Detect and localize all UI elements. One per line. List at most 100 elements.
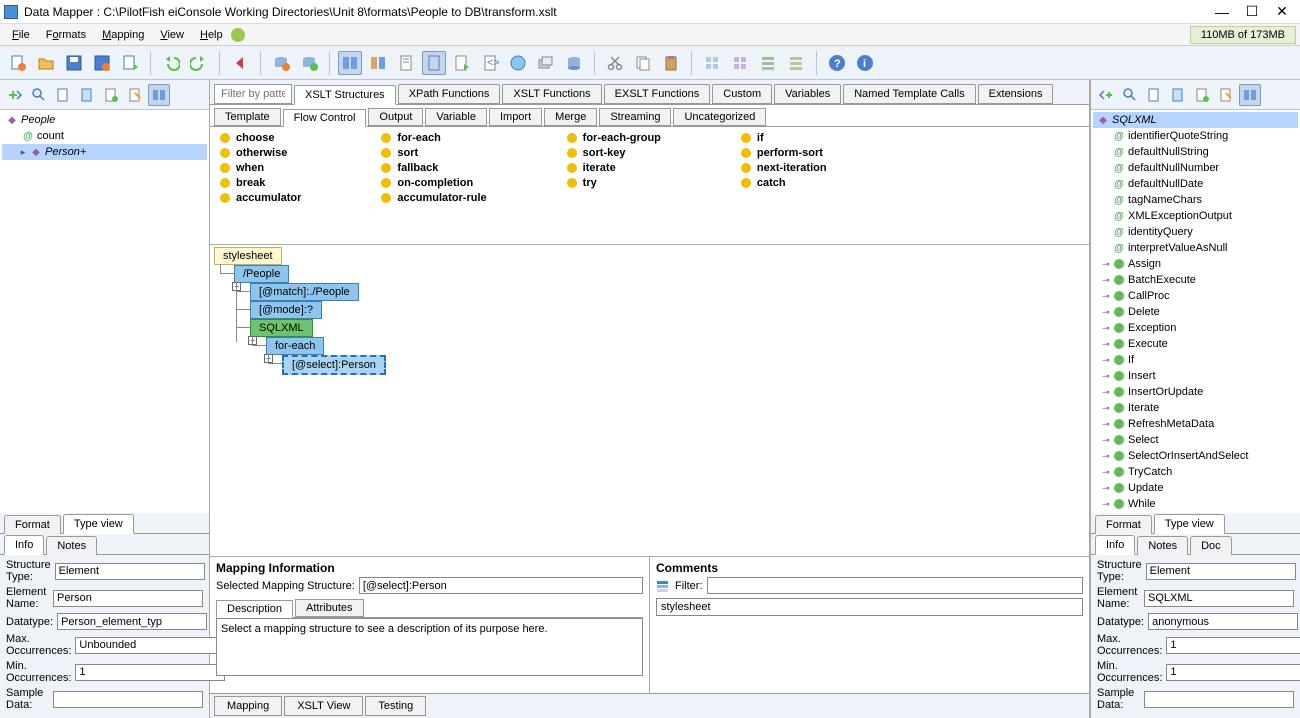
tab-testing[interactable]: Testing [365, 696, 426, 716]
keyword-catch[interactable]: catch [741, 176, 827, 190]
expand-icon[interactable]: ⊸ [1101, 275, 1111, 286]
save-as-icon[interactable] [90, 51, 114, 75]
right-tool-doc1-icon[interactable] [1143, 84, 1165, 106]
globe-icon[interactable] [506, 51, 530, 75]
keyword-accumulator-rule[interactable]: accumulator-rule [381, 191, 486, 205]
tab-description[interactable]: Description [216, 600, 293, 618]
tree-row-sqlxml[interactable]: ◆ SQLXML [1093, 112, 1298, 128]
expand-icon[interactable]: ⊸ [1101, 499, 1111, 510]
redo-icon[interactable] [187, 51, 211, 75]
expand-icon[interactable]: ⊸ [1101, 451, 1111, 462]
keyword-next-iteration[interactable]: next-iteration [741, 161, 827, 175]
right-tree[interactable]: ◆ SQLXML @identifierQuoteString@defaultN… [1091, 110, 1300, 513]
tree-elem-SelectOrInsertAndSelect[interactable]: ⊸SelectOrInsertAndSelect [1093, 448, 1298, 464]
sub-tab-output[interactable]: Output [368, 108, 423, 126]
paste-icon[interactable] [659, 51, 683, 75]
tree-elem-Insert[interactable]: ⊸Insert [1093, 368, 1298, 384]
node-match[interactable]: [@match]:./People [250, 283, 359, 301]
sub-tab-streaming[interactable]: Streaming [599, 108, 671, 126]
expand-icon[interactable]: ⊸ [1101, 355, 1111, 366]
toggle-icon[interactable]: − [216, 251, 1083, 263]
keyword-perform-sort[interactable]: perform-sort [741, 146, 827, 160]
sub-tab-merge[interactable]: Merge [544, 108, 597, 126]
keyword-sort[interactable]: sort [381, 146, 486, 160]
export-icon[interactable] [118, 51, 142, 75]
sub-tab-template[interactable]: Template [214, 108, 281, 126]
min-occ-field[interactable] [75, 664, 225, 681]
sub-tab-uncat[interactable]: Uncategorized [673, 108, 766, 126]
tree-elem-If[interactable]: ⊸If [1093, 352, 1298, 368]
tab-type-view[interactable]: Type view [1154, 514, 1225, 534]
menu-file[interactable]: File [4, 27, 38, 43]
datatype-field[interactable] [57, 613, 207, 630]
close-button[interactable]: ✕ [1276, 6, 1288, 18]
tree-attr-XMLExceptionOutput[interactable]: @XMLExceptionOutput [1093, 208, 1298, 224]
tree-row-people[interactable]: ◆ People [2, 112, 207, 128]
structure-type-field[interactable] [55, 563, 205, 580]
expand-icon[interactable]: ⊸ [1101, 339, 1111, 350]
db-icon[interactable] [562, 51, 586, 75]
copy-icon[interactable] [631, 51, 655, 75]
help-icon[interactable]: ? [825, 51, 849, 75]
keyword-choose[interactable]: choose [220, 131, 301, 145]
keyword-on-completion[interactable]: on-completion [381, 176, 486, 190]
expand-icon[interactable]: ⊸ [1101, 467, 1111, 478]
filter-tab-ext[interactable]: Extensions [978, 84, 1054, 104]
sub-tab-variable[interactable]: Variable [425, 108, 487, 126]
expand-icon[interactable]: ⊸ [1101, 307, 1111, 318]
tab-type-view[interactable]: Type view [63, 514, 134, 534]
left-tool-toggle-icon[interactable] [148, 84, 170, 106]
tab-format[interactable]: Format [4, 515, 61, 534]
tree-row-count[interactable]: @ count [2, 128, 207, 144]
info-icon[interactable]: i [853, 51, 877, 75]
left-tool-doc2-icon[interactable] [76, 84, 98, 106]
expand-icon[interactable]: ⊸ [1101, 387, 1111, 398]
keyword-accumulator[interactable]: accumulator [220, 191, 301, 205]
right-tool-toggle-icon[interactable] [1239, 84, 1261, 106]
node-people[interactable]: /People [234, 265, 289, 283]
left-tool-search-icon[interactable] [28, 84, 50, 106]
element-name-field[interactable] [53, 590, 203, 607]
tree-attr-defaultNullString[interactable]: @defaultNullString [1093, 144, 1298, 160]
grid2-icon[interactable] [728, 51, 752, 75]
tree-elem-InsertOrUpdate[interactable]: ⊸InsertOrUpdate [1093, 384, 1298, 400]
keyword-fallback[interactable]: fallback [381, 161, 486, 175]
tree-elem-RefreshMetaData[interactable]: ⊸RefreshMetaData [1093, 416, 1298, 432]
filter-tab-custom[interactable]: Custom [712, 84, 772, 104]
keyword-otherwise[interactable]: otherwise [220, 146, 301, 160]
grid3-icon[interactable] [756, 51, 780, 75]
grid4-icon[interactable] [784, 51, 808, 75]
doc1-icon[interactable] [394, 51, 418, 75]
sub-tab-import[interactable]: Import [489, 108, 542, 126]
tab-xslt-view[interactable]: XSLT View [284, 696, 363, 716]
comment-item[interactable]: stylesheet [657, 599, 1082, 615]
tab-notes[interactable]: Notes [1137, 536, 1188, 555]
node-foreach[interactable]: for-each [266, 337, 324, 355]
view2-icon[interactable] [366, 51, 390, 75]
right-tool-doc2-icon[interactable] [1167, 84, 1189, 106]
keyword-try[interactable]: try [567, 176, 661, 190]
filter-tab-variables[interactable]: Variables [774, 84, 841, 104]
tree-elem-While[interactable]: ⊸While [1093, 496, 1298, 512]
undo-icon[interactable] [159, 51, 183, 75]
tree-elem-CallProc[interactable]: ⊸CallProc [1093, 288, 1298, 304]
expand-icon[interactable]: ⊸ [1101, 483, 1111, 494]
tree-attr-defaultNullNumber[interactable]: @defaultNullNumber [1093, 160, 1298, 176]
expand-icon[interactable]: ⊸ [1101, 435, 1111, 446]
datatype-field[interactable] [1148, 613, 1298, 630]
tab-attributes[interactable]: Attributes [295, 599, 363, 617]
tree-elem-BatchExecute[interactable]: ⊸BatchExecute [1093, 272, 1298, 288]
tab-mapping[interactable]: Mapping [214, 696, 282, 716]
comments-list[interactable]: stylesheet [656, 598, 1083, 616]
comments-filter-field[interactable] [707, 577, 1084, 594]
open-icon[interactable] [34, 51, 58, 75]
tree-elem-TryCatch[interactable]: ⊸TryCatch [1093, 464, 1298, 480]
right-tool-edit-icon[interactable] [1215, 84, 1237, 106]
node-mode[interactable]: [@mode]:? [250, 301, 322, 319]
max-occ-field[interactable] [1166, 637, 1300, 654]
db-out-icon[interactable] [297, 51, 321, 75]
maximize-button[interactable]: ☐ [1246, 6, 1258, 18]
right-tool-search-icon[interactable] [1119, 84, 1141, 106]
selected-structure-field[interactable] [359, 577, 643, 594]
back-icon[interactable] [228, 51, 252, 75]
